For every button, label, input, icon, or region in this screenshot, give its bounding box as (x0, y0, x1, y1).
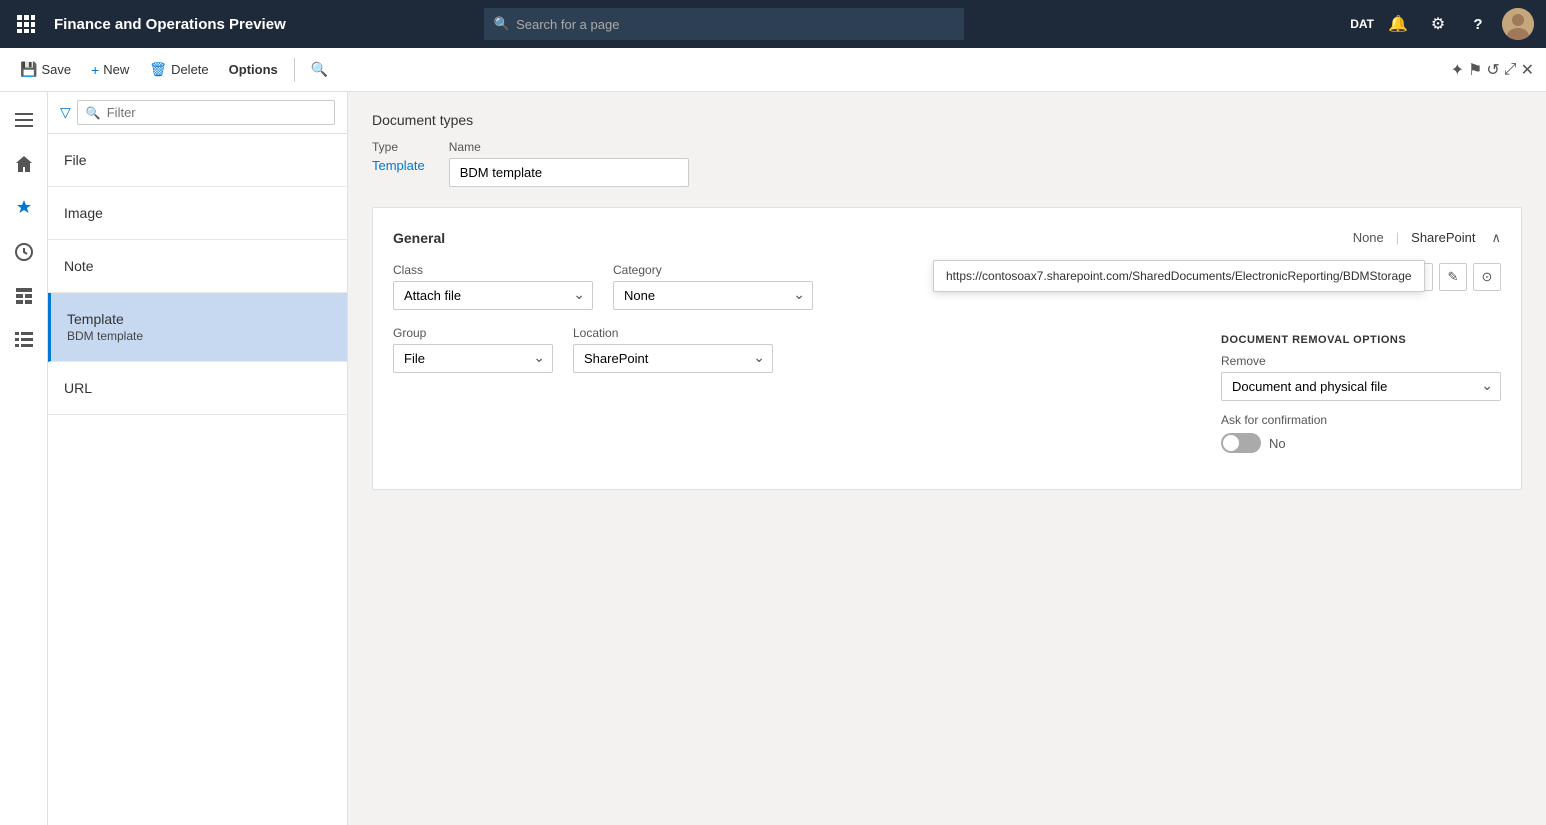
edit-url-button[interactable]: ✎ (1439, 263, 1467, 291)
doc-removal-section: DOCUMENT REMOVAL OPTIONS Remove Document… (1221, 334, 1501, 453)
category-select[interactable]: None Invoice Report (613, 281, 813, 310)
delete-icon: 🗑 (149, 61, 167, 78)
save-button[interactable]: 💾 Save (12, 57, 79, 82)
confirmation-toggle[interactable] (1221, 433, 1261, 453)
toggle-row: No (1221, 433, 1501, 453)
search-bar[interactable]: 🔍 (484, 8, 964, 40)
filter-search-icon: 🔍 (86, 106, 101, 120)
help-icon[interactable]: ? (1462, 8, 1494, 40)
collapse-button[interactable]: ∧ (1491, 230, 1501, 246)
group-select[interactable]: File Image Note (393, 344, 553, 373)
notification-icon[interactable]: 🔔 (1382, 8, 1414, 40)
location-field: Location SharePoint None Azure Blob (573, 326, 773, 373)
list-item-note[interactable]: Note (48, 240, 347, 293)
feature-icon[interactable]: ⚑ (1468, 60, 1482, 80)
list-items: File Image Note Template BDM template UR… (48, 134, 347, 825)
group-location-row: Group File Image Note Location Shar (393, 326, 1501, 453)
doc-types-title: Document types (372, 112, 1522, 128)
confirmation-row: Ask for confirmation (1221, 413, 1501, 427)
list-panel-header: ▽ 🔍 (48, 92, 347, 134)
action-bar: 💾 Save + New 🗑 Delete Options 🔍 ✦ ⚑ ↺ ⤢ … (0, 48, 1546, 92)
remove-label: Remove (1221, 354, 1501, 368)
sidebar-hamburger-icon[interactable] (4, 100, 44, 140)
divider (294, 58, 295, 82)
list-item-image[interactable]: Image (48, 187, 347, 240)
type-name-row: Type Template Name (372, 140, 1522, 187)
filter-input[interactable] (107, 105, 326, 120)
sidebar-clock-icon[interactable] (4, 232, 44, 272)
new-icon: + (91, 62, 99, 78)
expand-icon[interactable]: ⤢ (1504, 61, 1517, 79)
sidebar-table-icon[interactable] (4, 276, 44, 316)
settings-icon[interactable]: ⚙ (1422, 8, 1454, 40)
right-icons: DAT 🔔 ⚙ ? (1350, 8, 1534, 40)
more-url-button[interactable]: ⊙ (1473, 263, 1501, 291)
group-select-wrapper[interactable]: File Image Note (393, 344, 553, 373)
search-filter-button[interactable]: 🔍 (303, 57, 336, 82)
name-label: Name (449, 140, 689, 154)
search-filter-icon: 🔍 (311, 61, 328, 78)
class-select[interactable]: Attach file Simple note URL (393, 281, 593, 310)
location-sharepoint-tab[interactable]: SharePoint (1403, 228, 1483, 247)
category-field: Category None Invoice Report (613, 263, 813, 310)
list-item-file[interactable]: File (48, 134, 347, 187)
class-select-wrapper[interactable]: Attach file Simple note URL (393, 281, 593, 310)
env-label: DAT (1350, 17, 1374, 31)
list-panel: ▽ 🔍 File Image Note Template BDM templat… (48, 92, 348, 825)
main-layout: ▽ 🔍 File Image Note Template BDM templat… (0, 92, 1546, 825)
location-none-tab[interactable]: None (1345, 228, 1392, 247)
tooltip-text: https://contosoax7.sharepoint.com/Shared… (946, 269, 1412, 283)
search-icon: 🔍 (494, 16, 510, 32)
close-icon[interactable]: ✕ (1521, 60, 1534, 80)
location-tabs: None | SharePoint ∧ (1345, 228, 1501, 247)
filter-icon: ▽ (60, 104, 71, 121)
type-label: Type (372, 140, 425, 154)
sidebar-star-icon[interactable] (4, 188, 44, 228)
location-select[interactable]: SharePoint None Azure Blob (573, 344, 773, 373)
list-item-template[interactable]: Template BDM template (48, 293, 347, 362)
sidebar-list-icon[interactable] (4, 320, 44, 360)
category-select-wrapper[interactable]: None Invoice Report (613, 281, 813, 310)
ask-confirmation-label: Ask for confirmation (1221, 413, 1327, 427)
name-input[interactable] (449, 158, 689, 187)
action-bar-right: ✦ ⚑ ↺ ⤢ ✕ (1451, 60, 1534, 80)
doc-removal-title: DOCUMENT REMOVAL OPTIONS (1221, 334, 1501, 346)
general-section: General None | SharePoint ∧ Class Attach… (372, 207, 1522, 490)
class-field: Class Attach file Simple note URL (393, 263, 593, 310)
refresh-icon[interactable]: ↺ (1486, 60, 1499, 80)
delete-button[interactable]: 🗑 Delete (141, 57, 216, 82)
remove-select[interactable]: Document and physical file Document only… (1221, 372, 1501, 401)
list-item-url[interactable]: URL (48, 362, 347, 415)
app-title: Finance and Operations Preview (54, 16, 286, 33)
sidebar-icons (0, 92, 48, 825)
type-field-group: Type Template (372, 140, 425, 187)
toggle-state-text: No (1269, 436, 1286, 451)
name-field-group: Name (449, 140, 689, 187)
general-title: General (393, 230, 445, 246)
avatar[interactable] (1502, 8, 1534, 40)
detail-panel: Document types Type Template Name Genera… (348, 92, 1546, 825)
new-button[interactable]: + New (83, 58, 137, 82)
type-value[interactable]: Template (372, 158, 425, 173)
group-field: Group File Image Note (393, 326, 553, 373)
location-select-wrapper[interactable]: SharePoint None Azure Blob (573, 344, 773, 373)
top-nav: Finance and Operations Preview 🔍 DAT 🔔 ⚙… (0, 0, 1546, 48)
sharepoint-url-tooltip: https://contosoax7.sharepoint.com/Shared… (933, 260, 1425, 292)
class-label: Class (393, 263, 593, 277)
sidebar-home-icon[interactable] (4, 144, 44, 184)
group-label: Group (393, 326, 553, 340)
remove-select-wrapper[interactable]: Document and physical file Document only… (1221, 372, 1501, 401)
general-section-header: General None | SharePoint ∧ (393, 228, 1501, 247)
grid-icon[interactable] (12, 10, 40, 38)
category-label: Category (613, 263, 813, 277)
save-icon: 💾 (20, 61, 37, 78)
location-label: Location (573, 326, 773, 340)
personalize-icon[interactable]: ✦ (1451, 60, 1464, 80)
options-button[interactable]: Options (221, 58, 286, 81)
search-input[interactable] (516, 17, 954, 32)
filter-input-wrapper[interactable]: 🔍 (77, 100, 335, 125)
